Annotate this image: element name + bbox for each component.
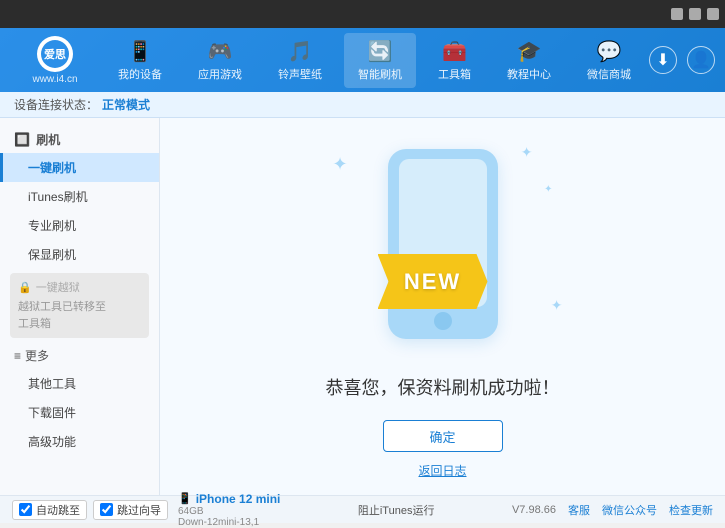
nav-ringtone-label: 铃声壁纸	[278, 66, 322, 82]
nav-toolbox-label: 工具箱	[438, 66, 471, 82]
phone-illustration: NEW	[388, 149, 498, 339]
version-text: V7.98.66	[512, 504, 556, 516]
auto-jump-checkbox[interactable]: 自动跳至	[12, 500, 87, 520]
nav-apps-games[interactable]: 🎮 应用游戏	[184, 33, 256, 88]
status-label: 设备连接状态：	[14, 96, 98, 113]
device-name: iPhone 12 mini	[196, 492, 281, 506]
bottom-left: 自动跳至 跳过向导 📱 iPhone 12 mini 64GB Down-12m…	[12, 492, 280, 528]
status-value: 正常模式	[102, 96, 150, 113]
jailbreak-section: 🔒 一键越狱 越狱工具已转移至工具箱	[10, 273, 149, 338]
jailbreak-description: 越狱工具已转移至工具箱	[18, 299, 141, 332]
sparkle-1: ✦	[333, 154, 348, 175]
bottom-center: 阻止iTunes运行	[358, 502, 435, 518]
sparkle-4: ✦	[544, 184, 552, 195]
wechat-shop-icon: 💬	[597, 39, 622, 64]
main-layout: 🔲 刷机 一键刷机 iTunes刷机 专业刷机 保显刷机 🔒 一键越狱 越狱工具…	[0, 118, 725, 495]
ringtone-icon: 🎵	[288, 39, 313, 64]
apps-games-icon: 🎮	[208, 39, 233, 64]
new-badge: NEW	[378, 254, 488, 309]
nav-tutorial-label: 教程中心	[507, 66, 551, 82]
nav-ringtone-wallpaper[interactable]: 🎵 铃声壁纸	[264, 33, 336, 88]
logo-area: 爱思 www.i4.cn	[10, 36, 100, 85]
bottom-right: V7.98.66 客服 微信公众号 检查更新	[512, 502, 713, 518]
phone-home-button	[434, 312, 452, 330]
nav-apps-games-label: 应用游戏	[198, 66, 242, 82]
sidebar-item-other-tools[interactable]: 其他工具	[0, 369, 159, 398]
sidebar: 🔲 刷机 一键刷机 iTunes刷机 专业刷机 保显刷机 🔒 一键越狱 越狱工具…	[0, 118, 160, 495]
my-device-icon: 📱	[128, 39, 153, 64]
more-icon: ≡	[14, 349, 21, 363]
close-button[interactable]	[707, 8, 719, 20]
bottom-bar: 自动跳至 跳过向导 📱 iPhone 12 mini 64GB Down-12m…	[0, 495, 725, 523]
status-bar: 设备连接状态： 正常模式	[0, 92, 725, 118]
sidebar-item-one-key-flash[interactable]: 一键刷机	[0, 153, 159, 182]
lock-icon: 🔒	[18, 281, 32, 294]
sidebar-item-itunes-flash[interactable]: iTunes刷机	[0, 182, 159, 211]
tutorial-icon: 🎓	[517, 39, 542, 64]
more-section-title: ≡ 更多	[0, 342, 159, 369]
success-title: 恭喜您，保资料刷机成功啦！	[326, 374, 560, 400]
title-bar	[0, 0, 725, 28]
auto-jump-input[interactable]	[19, 503, 32, 516]
nav-my-device[interactable]: 📱 我的设备	[104, 33, 176, 88]
support-link[interactable]: 客服	[568, 502, 590, 518]
nav-toolbox[interactable]: 🧰 工具箱	[424, 33, 485, 88]
flash-section-label: 刷机	[36, 131, 60, 148]
content-area: ✦ ✦ ✦ ✦ NEW 恭喜您，保资料刷机成功啦！ 确定 返回日志	[160, 118, 725, 495]
logo-icon: 爱思	[37, 36, 73, 72]
device-icon: 📱	[178, 492, 192, 505]
sidebar-item-save-flash[interactable]: 保显刷机	[0, 240, 159, 269]
success-illustration: ✦ ✦ ✦ ✦ NEW	[303, 134, 583, 354]
toolbox-icon: 🧰	[442, 39, 467, 64]
flash-section-title: 🔲 刷机	[0, 126, 159, 153]
user-button[interactable]: 👤	[687, 46, 715, 74]
top-nav: 爱思 www.i4.cn 📱 我的设备 🎮 应用游戏 🎵 铃声壁纸 🔄 智能刷机…	[0, 28, 725, 92]
check-update-link[interactable]: 检查更新	[669, 502, 713, 518]
nav-items: 📱 我的设备 🎮 应用游戏 🎵 铃声壁纸 🔄 智能刷机 🧰 工具箱 🎓 教程中心…	[100, 33, 649, 88]
minimize-button[interactable]	[671, 8, 683, 20]
device-firmware: Down-12mini-13,1	[178, 517, 280, 528]
device-info-left: 📱 iPhone 12 mini 64GB Down-12mini-13,1	[178, 492, 280, 528]
device-name-area: 📱 iPhone 12 mini	[178, 492, 280, 506]
download-button[interactable]: ⬇	[649, 46, 677, 74]
nav-smart-flash-label: 智能刷机	[358, 66, 402, 82]
skip-wizard-checkbox[interactable]: 跳过向导	[93, 500, 168, 520]
logo-url: www.i4.cn	[32, 74, 77, 85]
wechat-link[interactable]: 微信公众号	[602, 502, 657, 518]
nav-tutorial[interactable]: 🎓 教程中心	[493, 33, 565, 88]
confirm-button[interactable]: 确定	[383, 420, 503, 452]
sidebar-item-pro-flash[interactable]: 专业刷机	[0, 211, 159, 240]
itunes-status: 阻止iTunes运行	[358, 502, 435, 518]
nav-wechat-shop[interactable]: 💬 微信商城	[573, 33, 645, 88]
nav-my-device-label: 我的设备	[118, 66, 162, 82]
nav-right-buttons: ⬇ 👤	[649, 46, 715, 74]
skip-wizard-input[interactable]	[100, 503, 113, 516]
more-section: ≡ 更多 其他工具 下载固件 高级功能	[0, 342, 159, 456]
flash-section-icon: 🔲	[14, 132, 30, 148]
smart-flash-icon: 🔄	[368, 39, 393, 64]
device-storage: 64GB	[178, 506, 280, 517]
flash-section: 🔲 刷机 一键刷机 iTunes刷机 专业刷机 保显刷机	[0, 126, 159, 269]
sparkle-3: ✦	[551, 297, 563, 314]
sparkle-2: ✦	[521, 144, 533, 161]
return-link[interactable]: 返回日志	[418, 462, 466, 479]
nav-wechat-shop-label: 微信商城	[587, 66, 631, 82]
sidebar-item-download-firmware[interactable]: 下载固件	[0, 398, 159, 427]
nav-smart-flash[interactable]: 🔄 智能刷机	[344, 33, 416, 88]
sidebar-item-advanced[interactable]: 高级功能	[0, 427, 159, 456]
jailbreak-title: 🔒 一键越狱	[18, 279, 141, 295]
maximize-button[interactable]	[689, 8, 701, 20]
